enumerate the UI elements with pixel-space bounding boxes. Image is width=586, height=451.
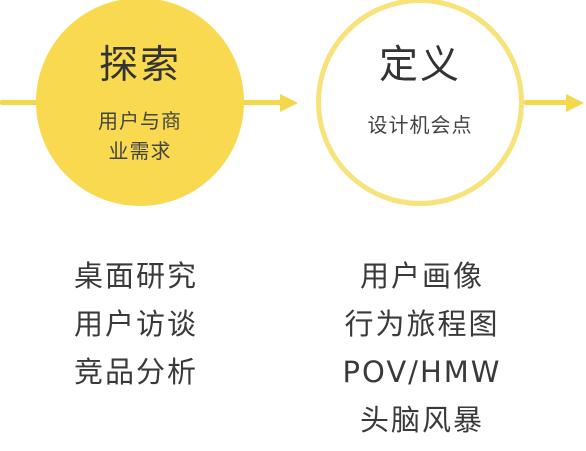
list-item: POV/HMW: [342, 355, 502, 389]
stage-explore-title: 探索: [98, 43, 181, 88]
stage-explore-desc-line1: 用户与商: [98, 109, 182, 133]
connector-line-1-2: [240, 100, 282, 105]
list-item: 用户访谈: [73, 307, 198, 341]
connector-line-out: [524, 100, 570, 105]
list-item: 行为旅程图: [344, 307, 500, 341]
stage-define-desc-line1: 设计机会点: [367, 113, 473, 137]
connector-line-in: [0, 100, 40, 105]
list-item: 用户画像: [359, 259, 484, 293]
define-activity-list: 用户画像 行为旅程图 POV/HMW 头脑风暴: [312, 252, 532, 444]
list-item: 头脑风暴: [359, 403, 484, 437]
explore-activity-list: 桌面研究 用户访谈 竞品分析: [26, 252, 246, 396]
list-item: 桌面研究: [73, 259, 198, 293]
stage-define-circle: 定义 设计机会点: [316, 0, 524, 206]
stage-explore-desc-line2: 业需求: [108, 139, 172, 163]
stage-define-title: 定义: [378, 43, 461, 88]
arrow-icon-out: [566, 94, 584, 112]
list-item: 竞品分析: [73, 355, 198, 389]
stage-explore-circle: 探索 用户与商 业需求: [36, 0, 244, 206]
arrow-icon-1-2: [280, 94, 298, 112]
